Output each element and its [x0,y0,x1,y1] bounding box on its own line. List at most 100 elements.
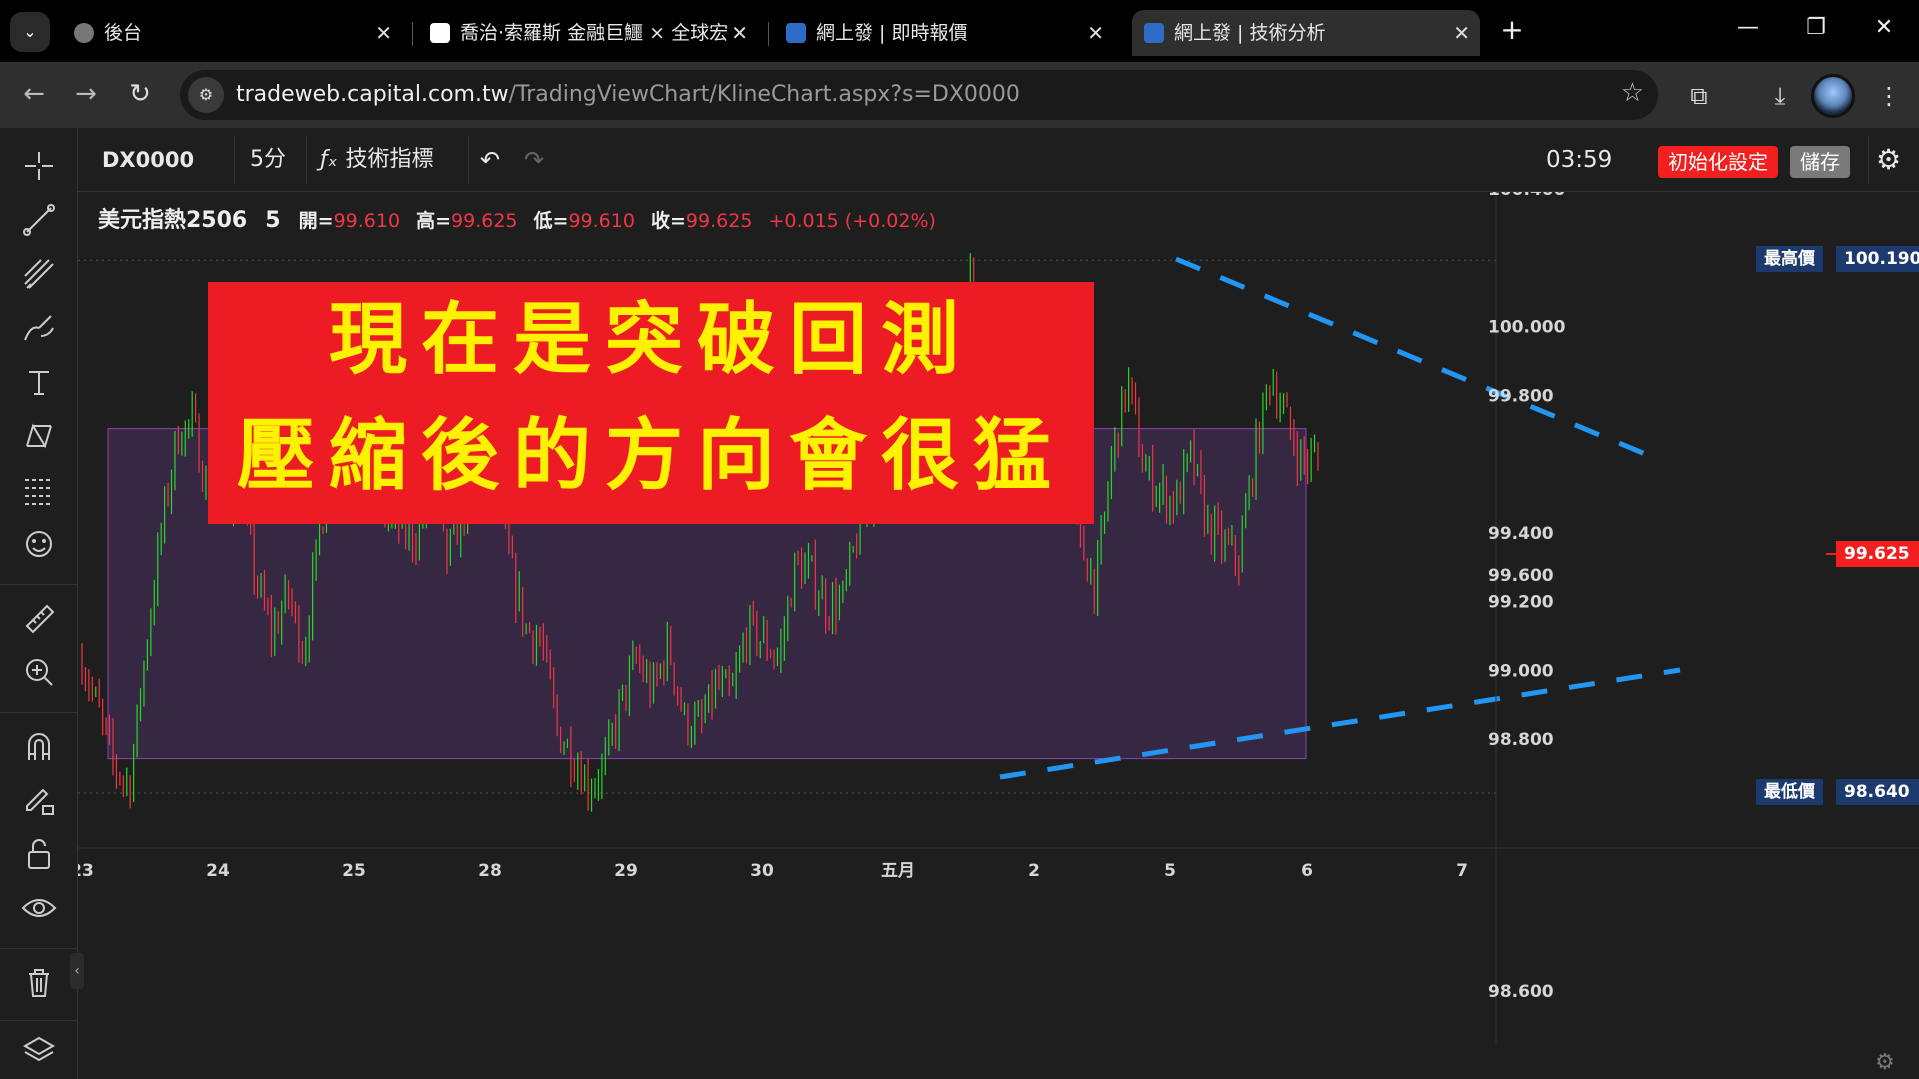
browser-window: ⌄ 後台 ✕ 喬治·索羅斯 金融巨鱷 × 全球宏 ✕ 網上發 | 即時報價 ✕ … [0,0,1919,1079]
toolbar-divider [0,1020,78,1021]
site-info-icon[interactable]: ⚙ [188,77,224,113]
pitchfork-icon[interactable] [19,254,59,294]
omnibox[interactable]: ⚙ tradeweb.capital.com.tw/TradingViewCha… [180,70,1658,120]
tab-close-icon[interactable]: ✕ [375,10,392,56]
time-tick-label: 2 [1028,861,1040,881]
tab-close-icon[interactable]: ✕ [1087,10,1104,56]
last-price-marker [1826,553,1836,555]
function-icon: ƒₓ [320,147,338,172]
toolbar-divider [0,584,78,585]
reset-settings-button[interactable]: 初始化設定 [1658,146,1778,178]
tab-title: 網上發 | 技術分析 [1174,22,1326,44]
chart-toolbar: DX0000 5分 ƒₓ 技術指標 ↶ ↷ 03:59 初始化設定 儲存 ⚙ [78,128,1919,192]
bookmark-star-icon[interactable]: ☆ [1621,78,1644,108]
browser-tab-backend[interactable]: 後台 ✕ [62,10,402,56]
crosshair-icon[interactable] [19,146,59,186]
zoom-in-icon[interactable] [19,652,59,692]
tab-close-icon[interactable]: ✕ [731,10,748,56]
back-button[interactable]: ← [14,74,54,114]
time-axis[interactable]: 232425282930五月2567 [78,861,1468,881]
profile-avatar[interactable] [1811,74,1855,118]
interval-selector[interactable]: 5分 [250,128,286,192]
address-bar: ← → ↻ ⚙ tradeweb.capital.com.tw/TradingV… [0,62,1919,128]
upper-trendline[interactable] [1175,256,1651,459]
lock-drawing-icon[interactable] [19,780,59,820]
legend-low-value: 99.610 [568,210,635,232]
save-button[interactable]: 儲存 [1790,146,1850,178]
reload-button[interactable]: ↻ [120,74,160,114]
annotation-banner[interactable]: 現在是突破回測 壓縮後的方向會很猛 [208,282,1094,524]
trend-line-icon[interactable] [19,200,59,240]
magnet-icon[interactable] [19,726,59,766]
time-tick-label: 30 [750,861,774,881]
browser-tab-quotes[interactable]: 網上發 | 即時報價 ✕ [774,10,1114,56]
url-path: /TradingViewChart/KlineChart.aspx?s=DX00… [508,82,1020,107]
tab-title: 後台 [104,22,143,44]
browser-menu-icon[interactable]: ⋮ [1869,76,1909,116]
emoji-icon[interactable] [19,524,59,564]
fib-levels-icon[interactable] [19,470,59,510]
legend-open-value: 99.610 [333,210,401,232]
toolbar-divider [234,136,235,184]
legend-high-value: 99.625 [451,210,518,232]
legend-close-label: 收= [651,210,686,232]
price-tick-label: 99.200 [1488,593,1554,613]
price-tick-label: 98.800 [1488,730,1554,750]
price-tick-label: 100.400 [1488,192,1566,200]
banner-line-1: 現在是突破回測 [328,294,973,385]
trash-icon[interactable] [19,962,59,1002]
legend-change: +0.015 (+0.02%) [768,210,936,232]
legend-symbol-name[interactable]: 美元指熱2506 [98,208,247,233]
price-axis[interactable]: 100.400 100.000 99.800 99.400 99.200 99.000 98… [1488,192,1566,1002]
toolbar-divider [0,712,78,713]
ruler-icon[interactable] [19,598,59,638]
toolbar-divider [0,948,78,949]
legend-interval: 5 [265,208,281,233]
price-tick-label: 99.600 [1488,566,1554,586]
forward-button[interactable]: → [66,74,106,114]
redo-icon[interactable]: ↷ [524,128,544,192]
legend-low-label: 低= [533,210,569,232]
tab-close-icon[interactable]: ✕ [1453,10,1470,56]
toolbar-divider [1868,136,1869,184]
indicators-label: 技術指標 [345,147,434,172]
pattern-icon[interactable] [19,416,59,456]
drawing-toolbar [0,128,78,1079]
restore-button[interactable]: ❐ [1786,8,1846,48]
tab-bar: ⌄ 後台 ✕ 喬治·索羅斯 金融巨鱷 × 全球宏 ✕ 網上發 | 即時報價 ✕ … [0,0,1919,62]
settings-gear-icon[interactable]: ⚙ [1876,128,1901,192]
time-tick-label: 23 [78,861,94,881]
time-tick-label: 五月 [881,861,915,881]
download-icon[interactable]: ⤓ [1760,76,1800,116]
minimize-button[interactable]: — [1718,8,1778,48]
layers-icon[interactable] [19,1030,59,1070]
url-host: tradeweb.capital.com.tw [236,82,509,107]
banner-line-2: 壓縮後的方向會很猛 [236,410,1065,501]
clock-display: 03:59 [1546,147,1613,173]
tab-divider [412,22,413,46]
indicators-button[interactable]: ƒₓ 技術指標 [320,128,434,192]
eye-icon[interactable] [19,888,59,928]
tab-search-button[interactable]: ⌄ [10,12,50,52]
time-tick-label: 7 [1456,861,1468,881]
time-tick-label: 25 [342,861,366,881]
last-price-badge: 99.625 [1836,541,1919,567]
price-tick-label: 99.000 [1488,661,1554,681]
new-tab-button[interactable]: + [1492,10,1532,50]
undo-icon[interactable]: ↶ [480,128,500,192]
browser-tab-soros[interactable]: 喬治·索羅斯 金融巨鱷 × 全球宏 ✕ [418,10,758,56]
unlock-icon[interactable] [19,834,59,874]
close-window-button[interactable]: ✕ [1854,8,1914,48]
tab-title: 喬治·索羅斯 金融巨鱷 × 全球宏 [460,22,729,44]
time-axis-settings-icon[interactable]: ⚙ [1875,1050,1895,1075]
price-tick-label: 100.000 [1488,318,1566,338]
url-text[interactable]: tradeweb.capital.com.tw/TradingViewChart… [236,82,1020,107]
symbol-selector[interactable]: DX0000 [102,128,194,192]
browser-tab-technical-analysis[interactable]: 網上發 | 技術分析 ✕ [1132,10,1480,56]
extensions-icon[interactable]: ⧉ [1679,76,1719,116]
time-tick-label: 28 [478,861,502,881]
text-icon[interactable] [19,362,59,402]
brush-icon[interactable] [19,308,59,348]
session-low-badge: 98.640 [1836,779,1919,805]
price-tick-label: 99.800 [1488,386,1554,406]
